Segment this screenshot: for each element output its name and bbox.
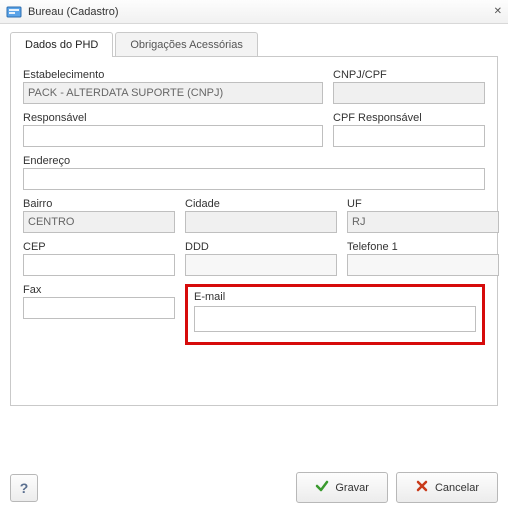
tab-dados-phd[interactable]: Dados do PHD [10,32,113,57]
estabelecimento-input [23,82,323,104]
cpf-responsavel-label: CPF Responsável [333,112,485,124]
fax-input[interactable] [23,297,175,319]
bairro-label: Bairro [23,198,175,210]
cancel-label: Cancelar [435,482,479,494]
close-icon[interactable]: ✕ [494,6,502,17]
cancel-icon [415,479,429,496]
endereco-label: Endereço [23,155,485,167]
help-button[interactable]: ? [10,474,38,502]
tab-panel: Estabelecimento CNPJ/CPF Responsável CPF… [10,56,498,406]
footer-right: Gravar Cancelar [296,472,498,503]
ddd-label: DDD [185,241,337,253]
cep-label: CEP [23,241,175,253]
cancel-button[interactable]: Cancelar [396,472,498,503]
cidade-input [185,211,337,233]
ddd-input[interactable] [185,254,337,276]
telefone1-input[interactable] [347,254,499,276]
window-title: Bureau (Cadastro) [28,6,119,18]
telefone1-label: Telefone 1 [347,241,499,253]
footer: ? Gravar Cancelar [10,472,498,503]
check-icon [315,479,329,496]
cpf-responsavel-input[interactable] [333,125,485,147]
responsavel-input[interactable] [23,125,323,147]
responsavel-label: Responsável [23,112,323,124]
app-icon [6,4,22,20]
cidade-label: Cidade [185,198,337,210]
save-button[interactable]: Gravar [296,472,388,503]
uf-label: UF [347,198,499,210]
email-label: E-mail [194,291,225,303]
tab-strip: Dados do PHD Obrigações Acessórias [10,32,498,57]
uf-input [347,211,499,233]
titlebar: Bureau (Cadastro) ✕ [0,0,508,24]
email-highlight: E-mail [185,284,485,345]
tab-obrigacoes[interactable]: Obrigações Acessórias [115,32,258,57]
fax-label: Fax [23,284,175,296]
save-label: Gravar [335,482,369,494]
help-icon: ? [20,480,29,496]
cnpj-cpf-label: CNPJ/CPF [333,69,485,81]
titlebar-left: Bureau (Cadastro) [6,4,119,20]
cnpj-cpf-input [333,82,485,104]
content: Dados do PHD Obrigações Acessórias Estab… [0,24,508,464]
cep-input[interactable] [23,254,175,276]
bairro-input [23,211,175,233]
endereco-input[interactable] [23,168,485,190]
estabelecimento-label: Estabelecimento [23,69,323,81]
email-input[interactable] [194,306,476,332]
